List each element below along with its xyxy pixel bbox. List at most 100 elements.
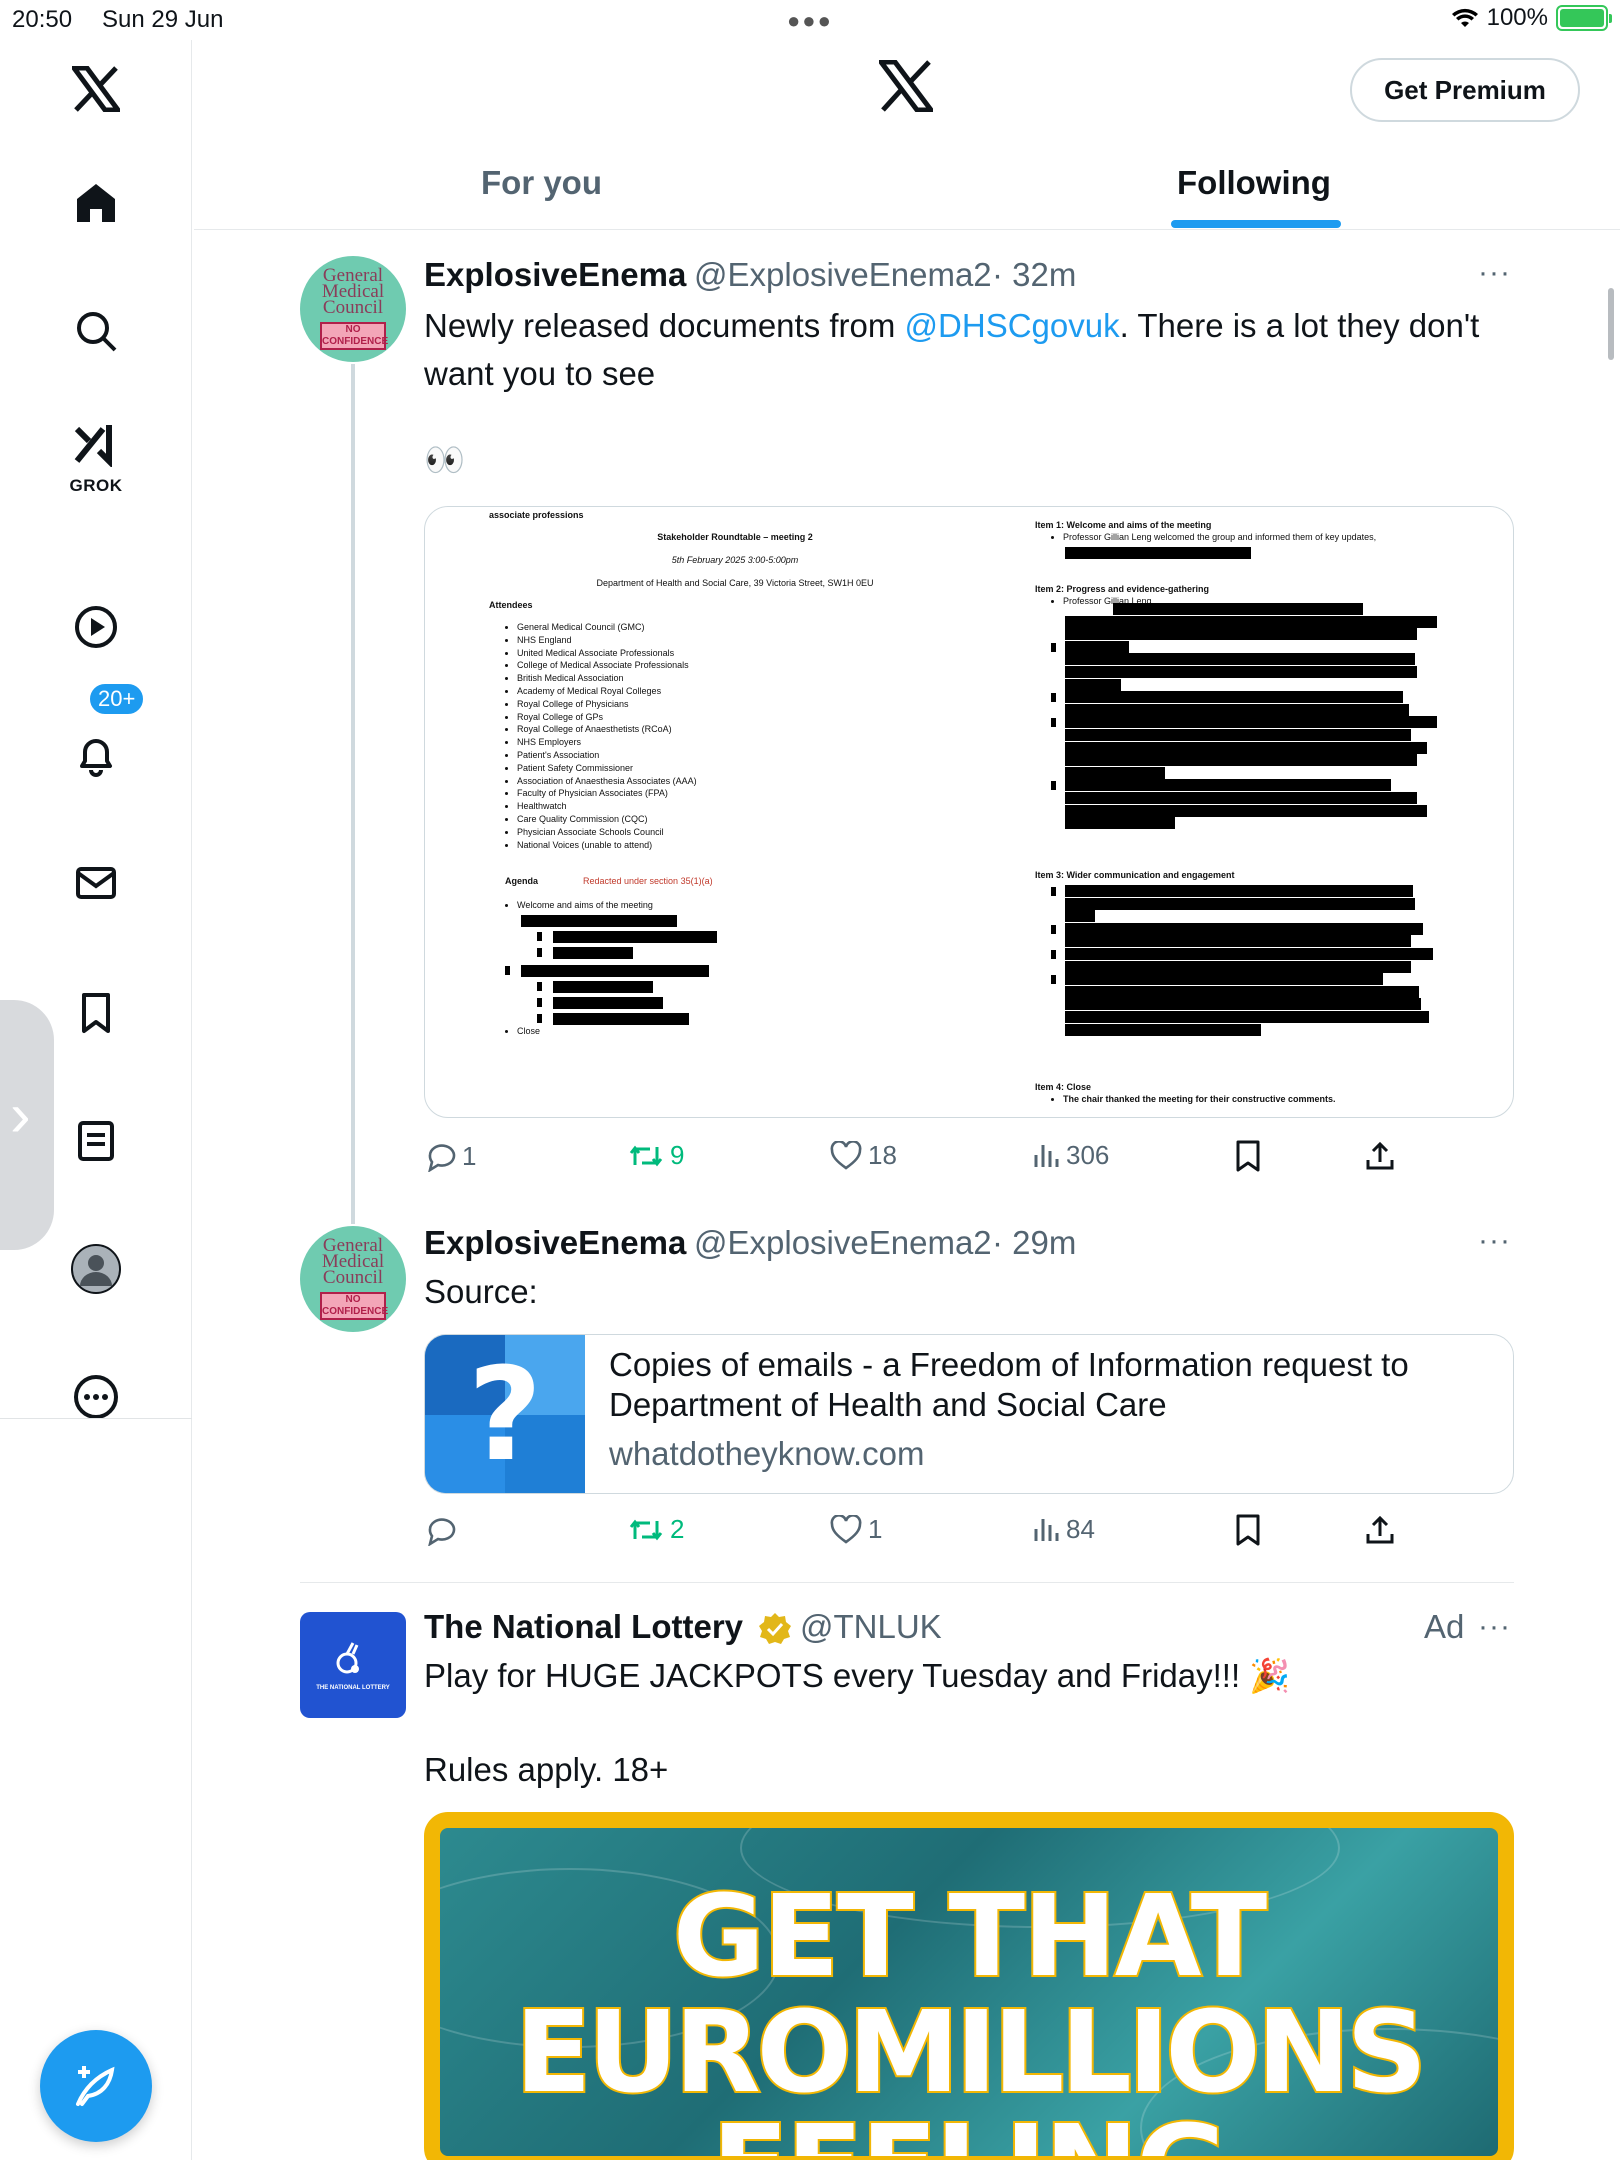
more-options-icon[interactable]: ··· bbox=[1478, 1610, 1511, 1644]
thread-line bbox=[351, 364, 355, 1224]
scrollbar[interactable] bbox=[1608, 288, 1614, 360]
doc-date: 5th February 2025 3:00-5:00pm bbox=[671, 555, 799, 565]
sidebar: GROK 20+ › bbox=[0, 40, 192, 2160]
doc-attendee-item: British Medical Association bbox=[517, 672, 801, 685]
redaction-bar bbox=[1065, 998, 1421, 1011]
redaction-bar bbox=[1065, 754, 1417, 767]
sidebar-item-notifications[interactable] bbox=[0, 710, 192, 800]
doc-attendee-item: Academy of Medical Royal Colleges bbox=[517, 685, 801, 698]
redaction-bar bbox=[1065, 766, 1165, 779]
like-count: 18 bbox=[868, 1140, 897, 1170]
redaction-bar bbox=[537, 948, 542, 957]
avatar[interactable]: General Medical Council NO CONFIDENCE bbox=[300, 256, 406, 362]
repost-icon bbox=[629, 1519, 663, 1540]
more-options-icon[interactable]: ··· bbox=[1478, 256, 1511, 290]
tweet-author-handle[interactable]: @ExplosiveEnema2 bbox=[694, 256, 992, 294]
redaction-bar bbox=[1065, 716, 1437, 729]
doc-attendee-item: Association of Anaesthesia Associates (A… bbox=[517, 775, 801, 788]
ad-author-handle[interactable]: @TNLUK bbox=[800, 1608, 942, 1646]
doc-attendee-item: Royal College of GPs bbox=[517, 711, 801, 724]
sidebar-item-messages[interactable] bbox=[0, 838, 192, 928]
sidebar-item-video[interactable] bbox=[0, 582, 192, 672]
link-preview-card[interactable]: ? Copies of emails - a Freedom of Inform… bbox=[424, 1334, 1514, 1494]
ad-banner-line: EUROMILLIONS bbox=[513, 1986, 1429, 2120]
redaction-bar bbox=[1065, 703, 1409, 716]
mention-link[interactable]: @DHSCgovuk bbox=[905, 307, 1120, 344]
redaction-bar bbox=[1065, 547, 1251, 559]
avatar[interactable]: General Medical Council NO CONFIDENCE bbox=[300, 1226, 406, 1332]
grok-icon bbox=[74, 425, 112, 467]
redaction-bar bbox=[1113, 603, 1363, 615]
repost-icon bbox=[629, 1145, 663, 1166]
views-button[interactable]: 306 bbox=[1032, 1140, 1109, 1171]
avatar-stamp: NO CONFIDENCE bbox=[320, 322, 388, 350]
redaction-bar bbox=[1065, 910, 1095, 923]
get-premium-button[interactable]: Get Premium bbox=[1350, 58, 1580, 122]
bookmark-icon bbox=[1236, 1514, 1260, 1546]
doc-attendee-item: Royal College of Physicians bbox=[517, 698, 801, 711]
sidebar-item-more[interactable] bbox=[0, 1352, 192, 1442]
notifications-icon bbox=[80, 739, 112, 777]
battery-percent: 100% bbox=[1486, 4, 1548, 31]
notification-badge: 20+ bbox=[88, 682, 146, 716]
tweet-author-handle[interactable]: @ExplosiveEnema2 bbox=[694, 1224, 992, 1262]
share-button[interactable] bbox=[1364, 1514, 1396, 1546]
sidebar-item-home[interactable] bbox=[0, 158, 192, 248]
bookmark-button[interactable] bbox=[1234, 1514, 1262, 1546]
sidebar-item-explore[interactable] bbox=[0, 286, 192, 376]
share-button[interactable] bbox=[1364, 1140, 1396, 1172]
crossed-fingers-logo-icon bbox=[336, 1641, 359, 1673]
tweet-author-name[interactable]: ExplosiveEnema bbox=[424, 256, 686, 294]
redaction-bar bbox=[1065, 948, 1433, 960]
avatar-logo-text: General Medical Council bbox=[321, 1235, 385, 1288]
advertiser-avatar[interactable]: THE NATIONAL LOTTERY bbox=[300, 1612, 406, 1718]
redaction-bar bbox=[1065, 973, 1383, 986]
tab-for-you[interactable]: For you bbox=[481, 164, 602, 202]
profile-icon bbox=[71, 1244, 121, 1294]
bookmark-button[interactable] bbox=[1234, 1140, 1262, 1172]
video-icon bbox=[75, 606, 117, 648]
doc-heading: associate professions bbox=[489, 510, 584, 520]
redaction-bar bbox=[553, 947, 633, 959]
feed-separator bbox=[300, 1582, 1514, 1583]
sidebar-item-grok[interactable] bbox=[0, 404, 192, 484]
compose-post-button[interactable] bbox=[40, 2030, 152, 2142]
tweet-image-document[interactable]: associate professions Stakeholder Roundt… bbox=[424, 506, 1514, 1118]
like-button[interactable]: 1 bbox=[830, 1514, 882, 1545]
ad-text-rules: Rules apply. 18+ bbox=[424, 1751, 669, 1788]
redaction-bar bbox=[1065, 960, 1411, 973]
redaction-bar bbox=[537, 982, 542, 991]
doc-agenda-last: Close bbox=[501, 1025, 540, 1038]
ad-label: Ad bbox=[1424, 1608, 1465, 1645]
like-button[interactable]: 18 bbox=[830, 1140, 897, 1171]
reply-button[interactable] bbox=[424, 1514, 462, 1546]
search-icon bbox=[77, 312, 117, 352]
tweet-time[interactable]: · 32m bbox=[992, 256, 1076, 294]
reply-button[interactable]: 1 bbox=[424, 1140, 476, 1172]
tweet-time[interactable]: · 29m bbox=[992, 1224, 1076, 1262]
header-x-logo[interactable] bbox=[876, 59, 936, 117]
repost-button[interactable]: 2 bbox=[628, 1514, 684, 1545]
verified-badge-icon bbox=[759, 1613, 791, 1644]
more-options-icon[interactable]: ··· bbox=[1478, 1224, 1511, 1258]
ad-text: Play for HUGE JACKPOTS every Tuesday and… bbox=[424, 1657, 1291, 1694]
ad-author-name[interactable]: The National Lottery bbox=[424, 1608, 743, 1646]
doc-attendee-item: Physician Associate Schools Council bbox=[517, 826, 801, 839]
reply-count: 1 bbox=[462, 1140, 477, 1171]
multitasking-dots-icon[interactable]: ●●● bbox=[787, 8, 833, 34]
redaction-bar bbox=[1065, 1023, 1261, 1036]
link-card-domain: whatdotheyknow.com bbox=[609, 1435, 925, 1472]
tweet-author-name[interactable]: ExplosiveEnema bbox=[424, 1224, 686, 1262]
sidebar-x-logo[interactable] bbox=[0, 44, 192, 134]
x-logo-icon bbox=[876, 59, 936, 113]
repost-button[interactable]: 9 bbox=[628, 1140, 684, 1171]
doc-redacted-note: Redacted under section 35(1)(a) bbox=[583, 876, 713, 886]
tweet-text: Source: bbox=[424, 1273, 538, 1310]
redaction-bar bbox=[1065, 615, 1437, 628]
status-indicators: 100% bbox=[1451, 4, 1612, 32]
like-count: 1 bbox=[868, 1514, 883, 1544]
tweet-emoji: 👀 bbox=[424, 441, 466, 478]
tab-following[interactable]: Following bbox=[1177, 164, 1331, 202]
ad-banner-image[interactable]: GET THAT EUROMILLIONS FEELING bbox=[424, 1812, 1514, 2160]
views-button[interactable]: 84 bbox=[1032, 1514, 1095, 1545]
